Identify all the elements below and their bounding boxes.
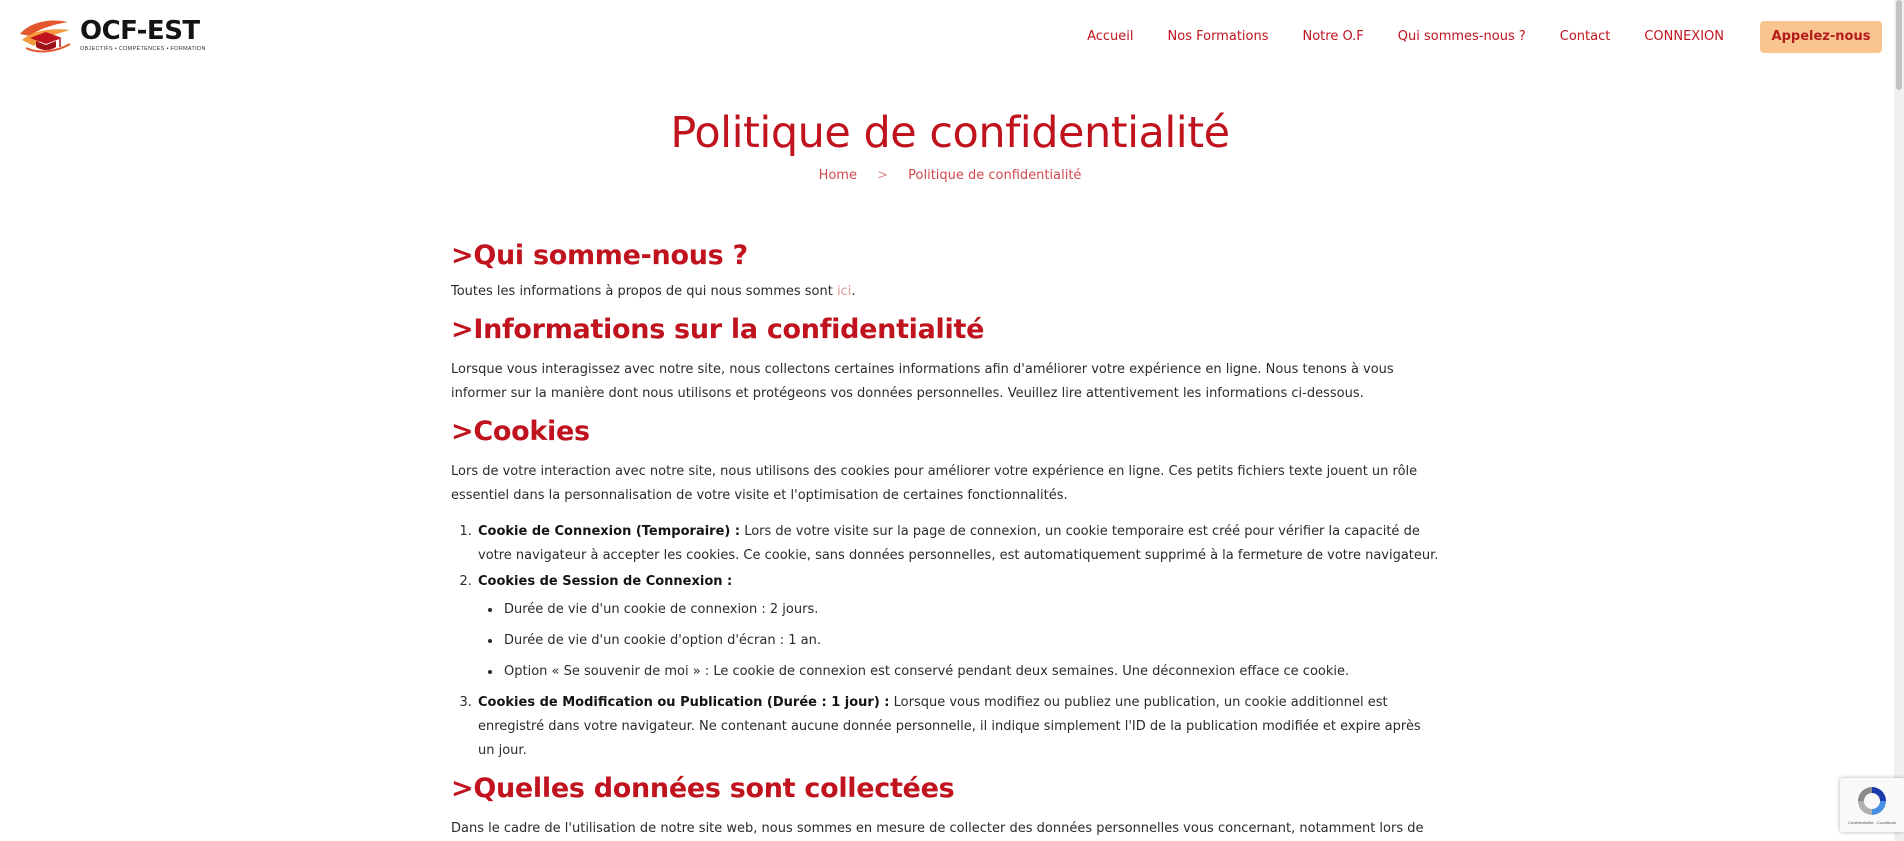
cookies-list: Cookie de Connexion (Temporaire) : Lors … bbox=[476, 520, 1441, 763]
nav-contact[interactable]: Contact bbox=[1560, 27, 1611, 47]
sub-item: Option « Se souvenir de moi » : Le cooki… bbox=[502, 660, 1441, 684]
cookie-item-login: Cookie de Connexion (Temporaire) : Lors … bbox=[476, 520, 1441, 568]
heading-data: >Quelles données sont collectées bbox=[451, 773, 955, 804]
cookies-intro: Lors de votre interaction avec notre sit… bbox=[451, 464, 1418, 503]
who-text: Toutes les informations à propos de qui … bbox=[451, 284, 837, 299]
logo-tagline: OBJECTIFS • COMPÉTENCES • FORMATION bbox=[80, 45, 206, 52]
cookie-item-title: Cookies de Modification ou Publication (… bbox=[478, 695, 890, 710]
recaptcha-text[interactable]: Confidentialité - Conditions bbox=[1843, 820, 1901, 825]
breadcrumb-separator: > bbox=[877, 168, 888, 183]
graduation-cap-logo-icon bbox=[20, 20, 71, 53]
sub-item: Durée de vie d'un cookie d'option d'écra… bbox=[502, 629, 1441, 653]
recaptcha-icon bbox=[1858, 787, 1886, 815]
nav-notre-of[interactable]: Notre O.F bbox=[1303, 27, 1364, 47]
heading-who: >Qui somme-nous ? bbox=[451, 240, 748, 271]
sub-item: Durée de vie d'un cookie de connexion : … bbox=[502, 598, 1441, 622]
cookie-item-title: Cookies de Session de Connexion : bbox=[478, 574, 733, 589]
data-paragraph: Dans le cadre de l'utilisation de notre … bbox=[451, 821, 1424, 836]
who-period: . bbox=[851, 284, 856, 299]
page-scrollbar[interactable] bbox=[1894, 0, 1904, 841]
page-title: Politique de confidentialité bbox=[670, 108, 1230, 158]
logo-name: OCF-EST bbox=[80, 15, 200, 46]
main-nav: Accueil Nos Formations Notre O.F Qui som… bbox=[1087, 27, 1724, 47]
heading-cookies: >Cookies bbox=[451, 416, 590, 447]
cookie-item-session: Cookies de Session de Connexion : Durée … bbox=[476, 570, 1441, 684]
breadcrumb-current: Politique de confidentialité bbox=[908, 168, 1082, 183]
scrollbar-thumb[interactable] bbox=[1896, 0, 1902, 90]
cookie-item-title: Cookie de Connexion (Temporaire) : bbox=[478, 524, 741, 539]
cookie-item-publication: Cookies de Modification ou Publication (… bbox=[476, 691, 1441, 763]
nav-accueil[interactable]: Accueil bbox=[1087, 27, 1133, 47]
call-us-button[interactable]: Appelez-nous bbox=[1760, 21, 1882, 53]
who-paragraph: Toutes les informations à propos de qui … bbox=[451, 280, 1441, 304]
privacy-paragraph: Lorsque vous interagissez avec notre sit… bbox=[451, 362, 1394, 401]
heading-privacy: >Informations sur la confidentialité bbox=[451, 314, 985, 345]
who-link[interactable]: ici bbox=[837, 284, 851, 299]
nav-nos-formations[interactable]: Nos Formations bbox=[1168, 27, 1269, 47]
recaptcha-badge[interactable]: Confidentialité - Conditions bbox=[1840, 778, 1904, 832]
breadcrumb: Home > Politique de confidentialité bbox=[0, 168, 1900, 183]
site-header: OCF-EST OBJECTIFS • COMPÉTENCES • FORMAT… bbox=[0, 0, 1904, 76]
breadcrumb-home[interactable]: Home bbox=[819, 168, 857, 183]
site-logo[interactable]: OCF-EST OBJECTIFS • COMPÉTENCES • FORMAT… bbox=[16, 14, 206, 54]
main-content: >Qui somme-nous ? Toutes les information… bbox=[451, 238, 1441, 841]
nav-qui-sommes-nous[interactable]: Qui sommes-nous ? bbox=[1398, 27, 1526, 47]
nav-connexion[interactable]: CONNEXION bbox=[1644, 27, 1724, 47]
session-sublist: Durée de vie d'un cookie de connexion : … bbox=[502, 598, 1441, 684]
